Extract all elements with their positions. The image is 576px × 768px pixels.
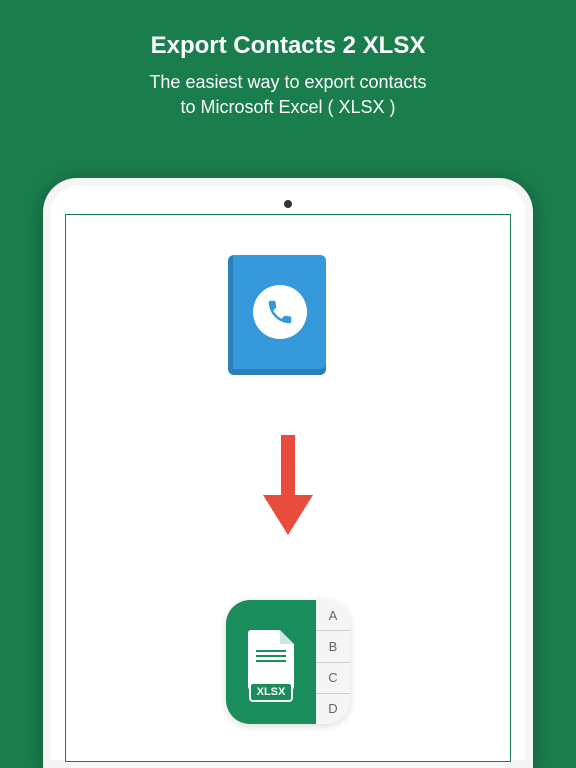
xlsx-tab-c: C: [316, 663, 350, 694]
tab-red: [326, 295, 354, 327]
xlsx-app-icon: XLSX A B C D: [226, 600, 350, 724]
xlsx-tab-b: B: [316, 631, 350, 662]
book-cover: [233, 255, 326, 369]
app-screen: XLSX A B C D: [65, 214, 511, 762]
xlsx-index-tabs: A B C D: [316, 600, 350, 724]
file-sheet-icon: [248, 630, 294, 690]
contacts-book-icon: [228, 255, 348, 375]
phone-icon: [265, 297, 295, 327]
tab-teal: [326, 261, 354, 293]
page-title: Export Contacts 2 XLSX: [0, 32, 576, 60]
marketing-header: Export Contacts 2 XLSX The easiest way t…: [0, 0, 576, 120]
subtitle-line1: The easiest way to export contacts: [149, 72, 426, 92]
phone-circle: [253, 285, 307, 339]
subtitle-line2: to Microsoft Excel ( XLSX ): [180, 97, 395, 117]
xlsx-green-panel: XLSX: [226, 600, 316, 724]
xlsx-tab-d: D: [316, 694, 350, 724]
down-arrow-icon: [263, 435, 313, 540]
xlsx-tab-a: A: [316, 600, 350, 631]
camera-dot: [284, 200, 292, 208]
page-subtitle: The easiest way to export contacts to Mi…: [0, 70, 576, 120]
tablet-device-frame: XLSX A B C D: [43, 178, 533, 768]
tablet-inner: XLSX A B C D: [51, 186, 525, 760]
tab-yellow: [326, 329, 354, 361]
xlsx-label-badge: XLSX: [251, 684, 292, 700]
